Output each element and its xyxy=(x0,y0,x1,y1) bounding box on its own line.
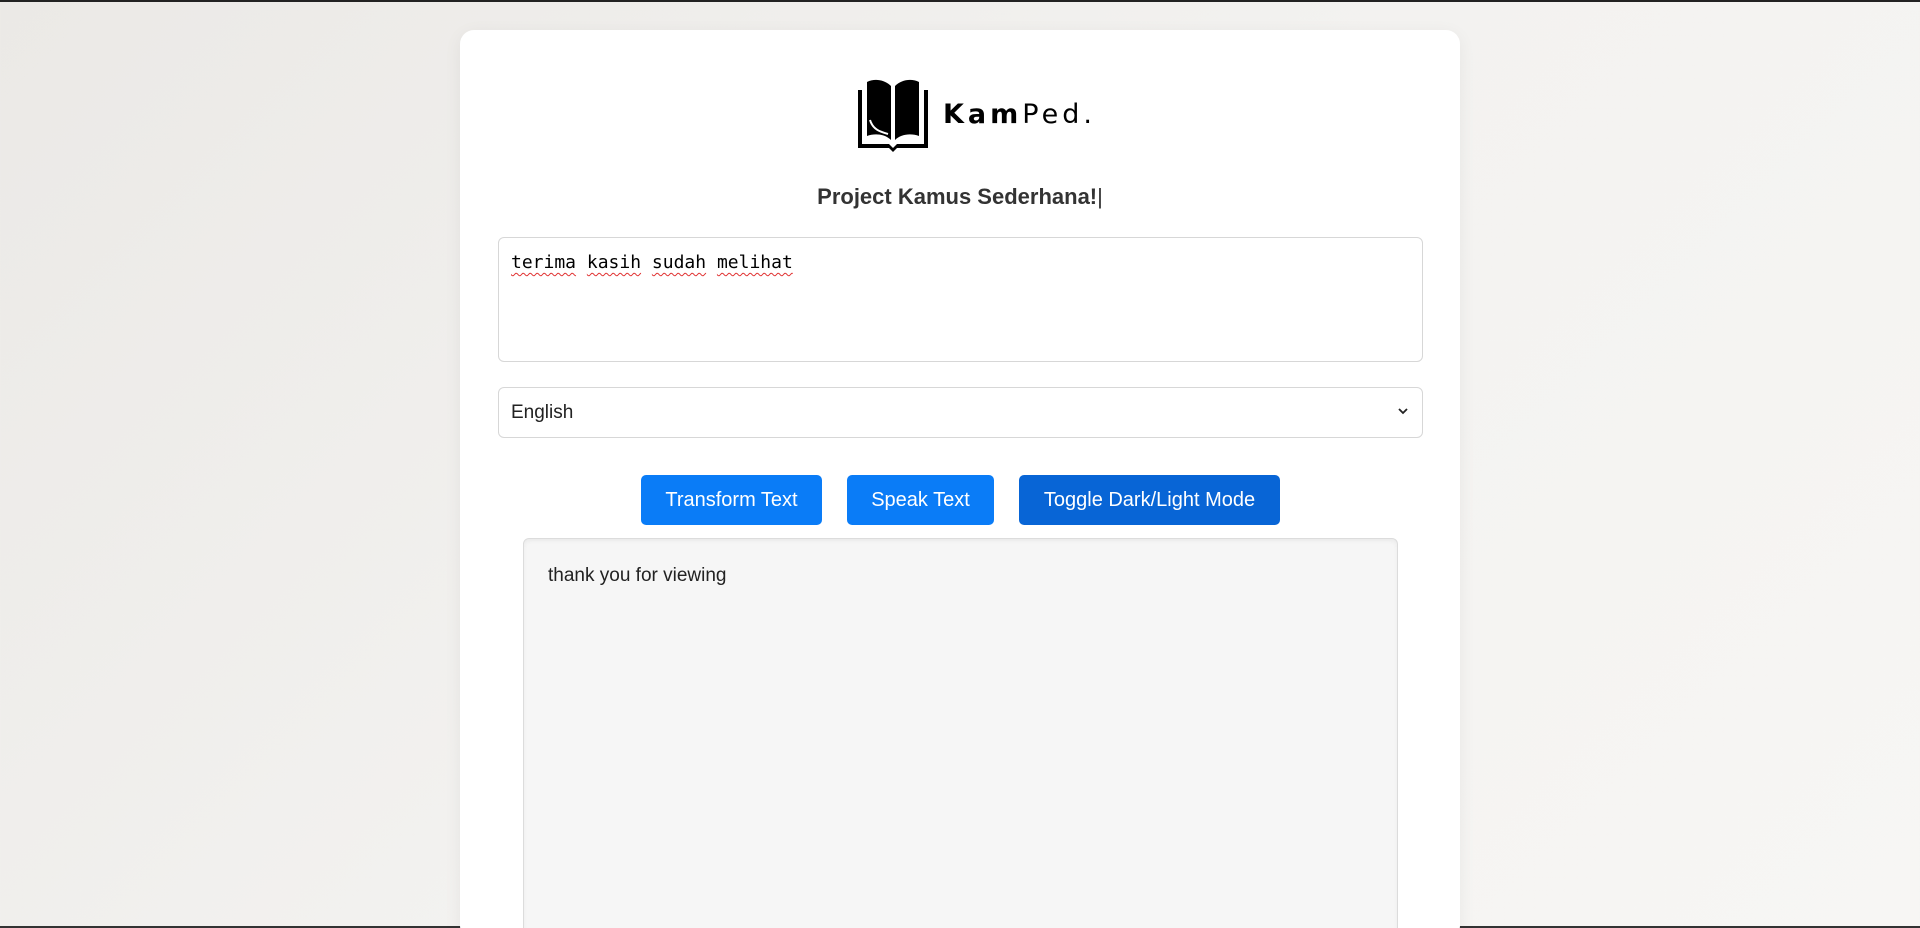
chevron-down-icon xyxy=(1396,402,1410,424)
input-word: melihat xyxy=(716,252,793,273)
open-book-icon xyxy=(855,76,931,152)
transform-text-button[interactable]: Transform Text xyxy=(641,475,822,525)
input-word: sudah xyxy=(651,252,707,273)
logo-text: KamPed. xyxy=(943,99,1096,130)
input-word: kasih xyxy=(586,252,642,273)
speak-text-button[interactable]: Speak Text xyxy=(847,475,994,525)
source-text-input[interactable]: terima kasih sudah melihat xyxy=(498,237,1423,362)
logo: KamPed. xyxy=(855,73,1096,155)
page-title: Project Kamus Sederhana!| xyxy=(460,184,1460,210)
output-text: thank you for viewing xyxy=(548,565,727,586)
language-select-value: English xyxy=(511,401,574,423)
logo-text-bold: Kam xyxy=(943,98,1023,130)
page-title-text: Project Kamus Sederhana! xyxy=(817,184,1098,209)
logo-text-light: Ped. xyxy=(1022,98,1096,130)
typing-caret: | xyxy=(1097,184,1103,209)
language-select[interactable]: English xyxy=(498,387,1423,438)
output-box: thank you for viewing xyxy=(523,538,1398,928)
input-word: terima xyxy=(511,252,577,273)
main-card: KamPed. Project Kamus Sederhana!| terima… xyxy=(460,30,1460,928)
toggle-theme-button[interactable]: Toggle Dark/Light Mode xyxy=(1019,475,1280,525)
